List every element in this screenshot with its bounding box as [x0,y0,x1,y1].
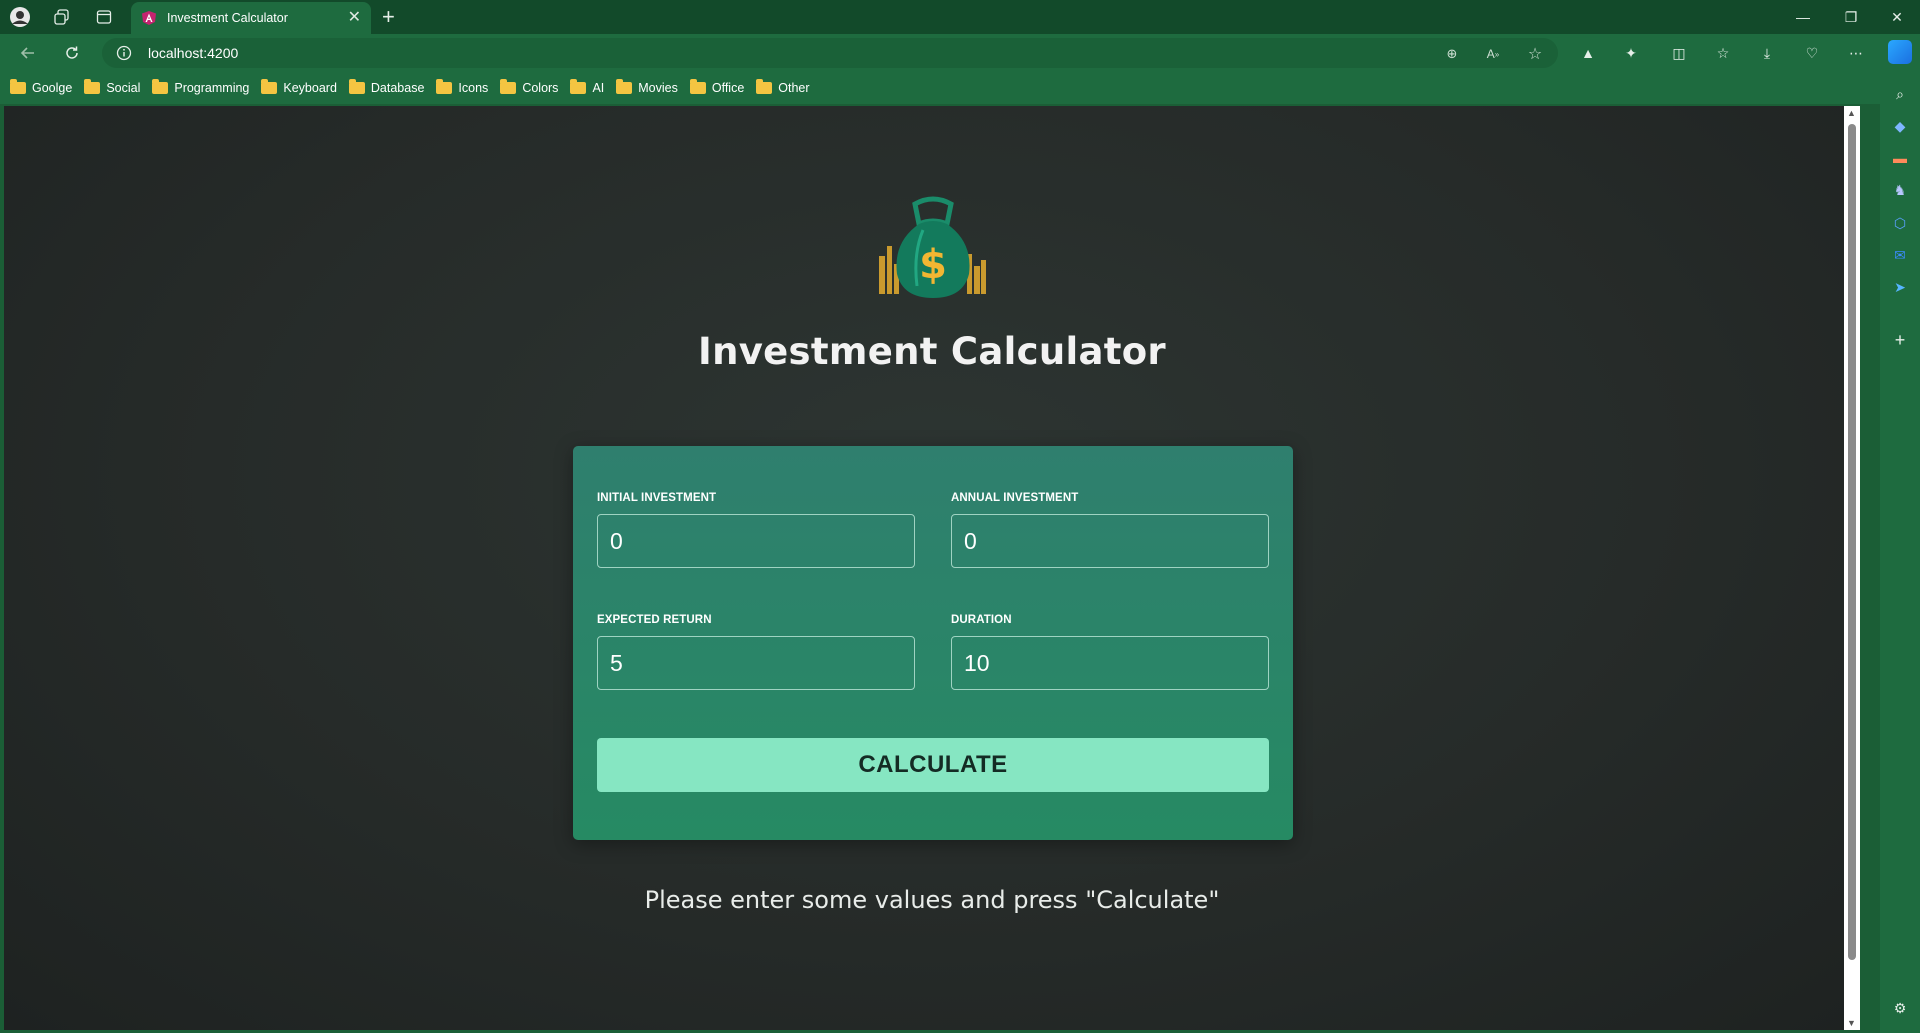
folder-icon [616,79,633,94]
bookmark-folder[interactable]: Colors [500,79,558,95]
favorite-star-icon[interactable]: ☆ [1526,45,1544,63]
page-viewport: $ Investment Calculator INITIAL INVESTME… [4,106,1860,1030]
url-text: localhost:4200 [148,45,239,61]
workspaces-icon[interactable] [51,6,73,28]
bookmark-folder[interactable]: Other [756,79,810,95]
browser-tab-active[interactable]: Investment Calculator ✕ [131,2,371,34]
folder-icon [570,79,587,94]
tab-actions-icon[interactable] [93,6,115,28]
bookmark-folder[interactable]: Movies [616,79,678,95]
scroll-up-arrow-icon[interactable]: ▲ [1847,108,1856,118]
bookmark-folder[interactable]: Database [348,79,424,95]
initial-investment-input[interactable] [597,514,915,568]
bookmark-folder[interactable]: Social [84,79,140,95]
money-bag-logo: $ [879,196,986,298]
svg-text:$: $ [919,242,947,288]
initial-investment-group: INITIAL INVESTMENT [597,492,915,568]
page-scrollbar[interactable]: ▲ ▼ [1844,106,1860,1030]
split-screen-icon[interactable]: ◫ [1668,42,1690,64]
duration-label: DURATION [951,614,1012,626]
folder-icon [84,79,101,94]
folder-icon [152,79,169,94]
shopping-tag-icon[interactable]: ◆ [1890,116,1910,136]
browser-title-bar: Investment Calculator ✕ + — ❐ ✕ [0,0,1920,34]
more-menu-icon[interactable]: ⋯ [1845,42,1867,64]
read-aloud-icon[interactable]: A» [1484,45,1502,63]
close-window-icon[interactable]: ✕ [1875,0,1919,34]
add-sidebar-app-icon[interactable]: + [1890,330,1910,350]
games-icon[interactable]: ♞ [1890,180,1910,200]
close-tab-icon[interactable]: ✕ [348,10,361,26]
angular-favicon-icon [142,11,156,25]
folder-icon [500,79,517,94]
folder-icon [689,79,706,94]
bookmark-folder[interactable]: AI [570,79,604,95]
address-bar-row: localhost:4200 ⊕ A» ☆ ▲ ✦ ◫ ☆ ⤓ ♡ ⋯ [0,34,1920,72]
tab-title: Investment Calculator [167,11,288,25]
outlook-icon[interactable]: ✉ [1890,245,1910,265]
duration-group: DURATION [951,614,1269,690]
initial-investment-label: INITIAL INVESTMENT [597,492,717,504]
expected-return-input[interactable] [597,636,915,690]
annual-investment-label: ANNUAL INVESTMENT [951,492,1079,504]
browser-essentials-icon[interactable]: ♡ [1801,42,1823,64]
bookmark-folder[interactable]: Icons [436,79,488,95]
search-icon[interactable]: ⌕ [1890,84,1910,104]
site-info-icon[interactable] [116,45,132,61]
expected-return-group: EXPECTED RETURN [597,614,915,690]
bookmark-folder[interactable]: Keyboard [261,79,337,95]
empty-results-hint: Please enter some values and press "Calc… [644,886,1220,914]
tools-briefcase-icon[interactable]: ▬ [1890,148,1910,168]
scroll-down-arrow-icon[interactable]: ▼ [1847,1018,1856,1028]
browser-sidebar: ⌕ ◆ ▬ ♞ ⬡ ✉ ➤ + ⚙ [1880,40,1920,1033]
bookmarks-bar: Goolge Social Programming Keyboard Datab… [0,72,1880,104]
page-title: Investment Calculator [698,330,1166,373]
favorites-icon[interactable]: ☆ [1712,42,1734,64]
bookmark-folder[interactable]: Office [689,79,744,95]
restore-icon[interactable]: ❐ [1829,0,1873,34]
expected-return-label: EXPECTED RETURN [597,614,712,626]
bookmark-folder[interactable]: Programming [152,79,249,95]
extension-triangle-icon[interactable]: ▲ [1577,42,1599,64]
scrollbar-thumb[interactable] [1848,124,1856,960]
bookmark-folder[interactable]: Goolge [10,79,72,95]
sidebar-settings-gear-icon[interactable]: ⚙ [1890,998,1910,1018]
profile-avatar-icon[interactable] [9,6,31,28]
address-bar[interactable]: localhost:4200 ⊕ A» ☆ [102,38,1558,68]
minimize-icon[interactable]: — [1781,0,1825,34]
investment-form-card: INITIAL INVESTMENT ANNUAL INVESTMENT EXP… [573,446,1293,840]
new-tab-icon[interactable]: + [382,4,395,30]
back-icon[interactable] [16,41,40,65]
folder-icon [348,79,365,94]
zoom-icon[interactable]: ⊕ [1443,45,1461,63]
downloads-icon[interactable]: ⤓ [1756,42,1778,64]
duration-input[interactable] [951,636,1269,690]
folder-icon [261,79,278,94]
extensions-icon[interactable]: ✦ [1620,42,1642,64]
microsoft-365-icon[interactable]: ⬡ [1890,213,1910,233]
refresh-icon[interactable] [60,41,84,65]
folder-icon [436,79,453,94]
annual-investment-input[interactable] [951,514,1269,568]
folder-icon [10,79,26,94]
folder-icon [756,79,773,94]
telegram-send-icon[interactable]: ➤ [1890,277,1910,297]
copilot-icon[interactable] [1888,40,1912,64]
annual-investment-group: ANNUAL INVESTMENT [951,492,1269,568]
calculate-button[interactable]: CALCULATE [597,738,1269,792]
